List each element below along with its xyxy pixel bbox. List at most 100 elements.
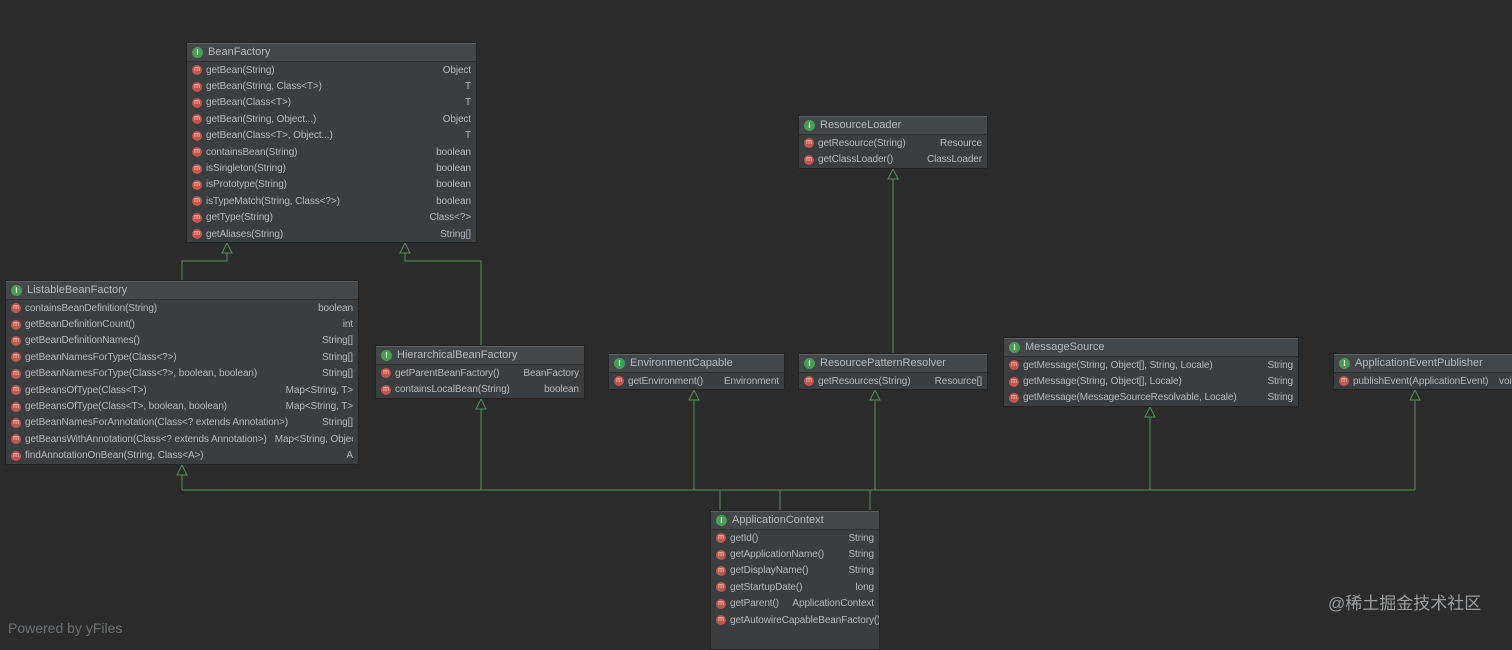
- method-row[interactable]: m getMessage(String, Object[], Locale) Str…: [1004, 373, 1298, 389]
- method-row[interactable]: m getResource(String) Resource: [799, 135, 987, 151]
- method-row[interactable]: m getType(String) Class<?>: [187, 210, 476, 226]
- method-list: m getMessage(String, Object[], String, Lo…: [1004, 357, 1298, 406]
- method-row[interactable]: m getParentBeanFactory() BeanFactory: [376, 365, 584, 381]
- method-signature: getBeansWithAnnotation(Class<? extends A…: [25, 433, 267, 445]
- method-signature: getBeanNamesForAnnotation(Class<? extend…: [25, 417, 289, 429]
- method-return-type: void: [1499, 375, 1512, 387]
- method-row[interactable]: m getDisplayName() String: [711, 563, 879, 579]
- method-row[interactable]: m getEnvironment() Environment: [609, 373, 784, 389]
- method-signature: getBean(String, Class<T>): [206, 81, 322, 93]
- method-return-type: String[]: [322, 417, 353, 429]
- method-row[interactable]: m getBean(Class<T>) T: [187, 95, 476, 111]
- interface-icon: I: [804, 119, 815, 131]
- method-icon: m: [192, 163, 202, 174]
- method-return-type: T: [464, 97, 471, 109]
- method-icon: m: [11, 368, 21, 379]
- method-row[interactable]: m getBeanDefinitionCount() int: [6, 316, 358, 332]
- method-list: m containsBeanDefinition(String) boolean m g…: [6, 300, 358, 464]
- method-row[interactable]: m getBean(String, Object...) Object: [187, 111, 476, 127]
- method-row[interactable]: m getAutowireCapableBeanFactory(): [711, 612, 879, 628]
- method-row[interactable]: m getMessage(String, Object[], String, Lo…: [1004, 357, 1298, 373]
- method-row[interactable]: m isTypeMatch(String, Class<?>) boolean: [187, 193, 476, 209]
- class-node-hierarchicalbeanfactory[interactable]: I HierarchicalBeanFactory m getParentBean…: [375, 345, 585, 399]
- method-signature: getBeanNamesForType(Class<?>): [25, 351, 177, 363]
- method-icon: m: [716, 549, 726, 560]
- method-row[interactable]: m getId() String: [711, 530, 879, 546]
- class-title: BeanFactory: [208, 46, 271, 58]
- class-node-resourcepatternresolver[interactable]: I ResourcePatternResolver m getResources(…: [798, 353, 988, 391]
- method-return-type: T: [464, 130, 471, 142]
- method-return-type: boolean: [436, 179, 471, 191]
- method-row[interactable]: m getBeanNamesForType(Class<?>, boolean, …: [6, 366, 358, 382]
- method-row[interactable]: m isPrototype(String) boolean: [187, 177, 476, 193]
- method-row[interactable]: m getBean(String) Object: [187, 62, 476, 78]
- interface-icon: I: [1339, 357, 1350, 369]
- method-return-type: String[]: [322, 351, 353, 363]
- method-return-type: String: [1267, 392, 1293, 404]
- class-node-applicationcontext[interactable]: I ApplicationContext m getId() String m getA…: [710, 510, 880, 650]
- method-row[interactable]: m getParent() ApplicationContext: [711, 596, 879, 612]
- method-row[interactable]: m getBeanNamesForAnnotation(Class<? exten…: [6, 415, 358, 431]
- method-row[interactable]: m containsLocalBean(String) boolean: [376, 381, 584, 397]
- method-row[interactable]: m getApplicationName() String: [711, 546, 879, 562]
- method-row[interactable]: m getStartupDate() long: [711, 579, 879, 595]
- method-return-type: T: [464, 81, 471, 93]
- method-icon: m: [11, 335, 21, 346]
- method-icon: m: [11, 319, 21, 330]
- method-row[interactable]: m containsBeanDefinition(String) boolean: [6, 300, 358, 316]
- method-row[interactable]: m getClassLoader() ClassLoader: [799, 151, 987, 167]
- method-row[interactable]: m getBeansWithAnnotation(Class<? extends …: [6, 431, 358, 447]
- method-icon: m: [192, 65, 202, 76]
- class-header: I ResourceLoader: [799, 116, 987, 135]
- method-row[interactable]: m getBeanDefinitionNames() String[]: [6, 333, 358, 349]
- method-list: m getBean(String) Object m getBean(String, C…: [187, 62, 476, 242]
- method-return-type: String: [848, 532, 874, 544]
- class-header: I HierarchicalBeanFactory: [376, 346, 584, 365]
- class-node-messagesource[interactable]: I MessageSource m getMessage(String, Obje…: [1003, 337, 1299, 408]
- class-node-resourceloader[interactable]: I ResourceLoader m getResource(String) Res…: [798, 115, 988, 169]
- interface-icon: I: [381, 349, 392, 361]
- watermark: @稀土掘金技术社区: [1328, 594, 1482, 613]
- method-signature: getEnvironment(): [628, 375, 704, 387]
- method-row[interactable]: m publishEvent(ApplicationEvent) void: [1334, 373, 1512, 389]
- method-return-type: Map<String, Object>: [274, 433, 353, 445]
- method-row[interactable]: m findAnnotationOnBean(String, Class<A>) A: [6, 448, 358, 464]
- class-header: I ApplicationContext: [711, 511, 879, 530]
- method-signature: getBeanNamesForType(Class<?>, boolean, b…: [25, 368, 258, 380]
- method-signature: getBeanDefinitionCount(): [25, 319, 135, 331]
- method-icon: m: [11, 401, 21, 412]
- class-node-listablebeanfactory[interactable]: I ListableBeanFactory m containsBeanDefin…: [5, 280, 359, 465]
- method-list: m publishEvent(ApplicationEvent) void: [1334, 373, 1512, 389]
- method-return-type: String: [1267, 359, 1293, 371]
- method-row[interactable]: m getBeansOfType(Class<T>, boolean, boole…: [6, 398, 358, 414]
- method-return-type: Map<String, T>: [285, 401, 353, 413]
- method-signature: isPrototype(String): [206, 179, 287, 191]
- method-row[interactable]: m getBeanNamesForType(Class<?>) String[]: [6, 349, 358, 365]
- method-icon: m: [381, 384, 391, 395]
- method-row[interactable]: m containsBean(String) boolean: [187, 144, 476, 160]
- method-signature: getBeansOfType(Class<T>, boolean, boolea…: [25, 401, 228, 413]
- method-list: m getEnvironment() Environment: [609, 373, 784, 389]
- class-node-applicationeventpublisher[interactable]: I ApplicationEventPublisher m publishEven…: [1333, 353, 1512, 391]
- method-row[interactable]: m getMessage(MessageSourceResolvable, Loc…: [1004, 390, 1298, 406]
- method-row[interactable]: m getAliases(String) String[]: [187, 226, 476, 242]
- method-row[interactable]: m isSingleton(String) boolean: [187, 160, 476, 176]
- diagram-canvas[interactable]: I BeanFactory m getBean(String) Object m get…: [0, 0, 1512, 650]
- interface-icon: I: [804, 357, 815, 369]
- method-row[interactable]: m getBean(Class<T>, Object...) T: [187, 128, 476, 144]
- method-return-type: String[]: [322, 335, 353, 347]
- method-signature: getApplicationName(): [730, 549, 825, 561]
- method-return-type: Object: [442, 64, 471, 76]
- class-node-environmentcapable[interactable]: I EnvironmentCapable m getEnvironment() En…: [608, 353, 785, 391]
- method-signature: getMessage(String, Object[], String, Loc…: [1023, 359, 1213, 371]
- method-signature: getMessage(String, Object[], Locale): [1023, 376, 1182, 388]
- method-icon: m: [716, 598, 726, 609]
- class-node-beanfactory[interactable]: I BeanFactory m getBean(String) Object m get…: [186, 42, 477, 244]
- method-row[interactable]: m getBeansOfType(Class<T>) Map<String, T>: [6, 382, 358, 398]
- method-return-type: A: [346, 450, 353, 462]
- method-return-type: long: [855, 581, 874, 593]
- method-row[interactable]: m getResources(String) Resource[]: [799, 373, 987, 389]
- method-row[interactable]: m getBean(String, Class<T>) T: [187, 78, 476, 94]
- method-signature: getMessage(MessageSourceResolvable, Loca…: [1023, 392, 1237, 404]
- class-header: I BeanFactory: [187, 43, 476, 62]
